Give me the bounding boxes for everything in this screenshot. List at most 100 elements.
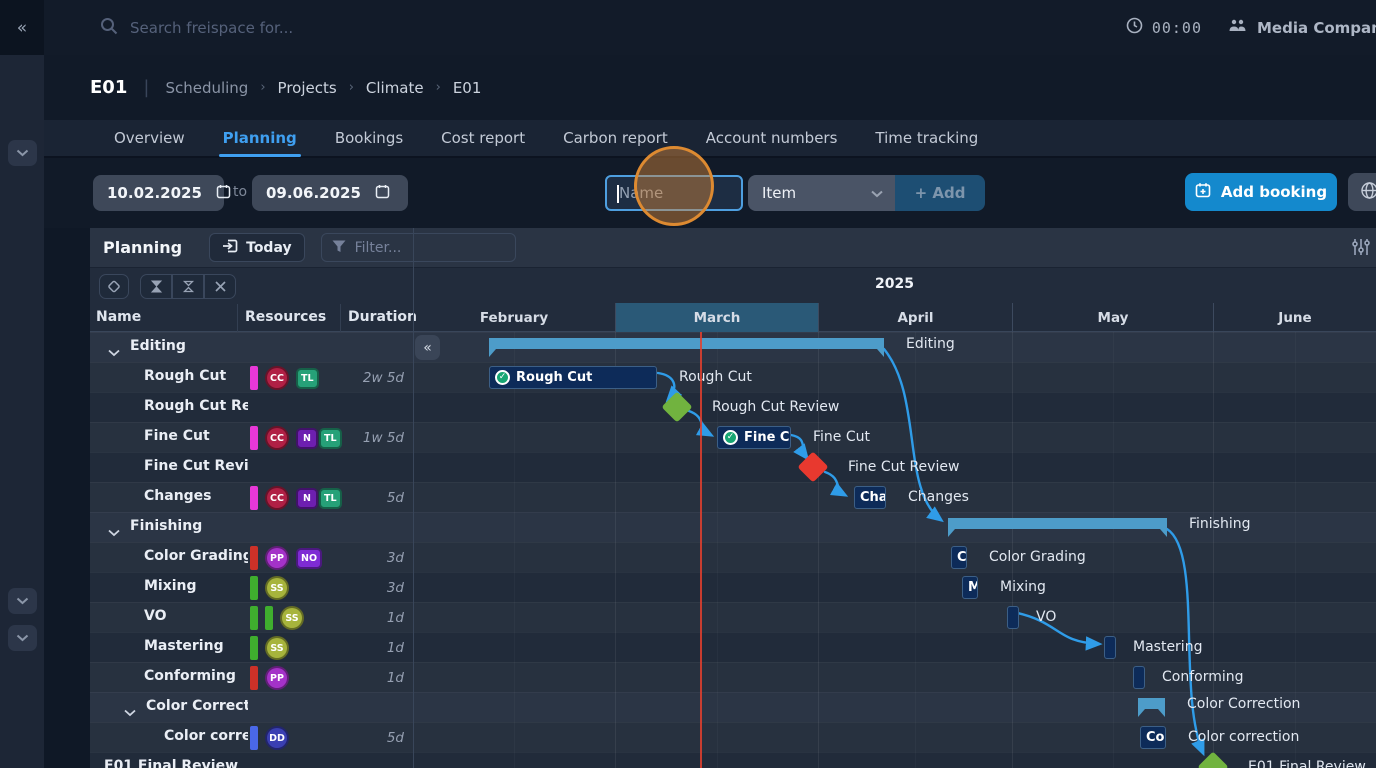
table-row[interactable]: Rough CutCCTL2w 5d (90, 362, 413, 392)
resource-badge-ss[interactable]: SS (280, 606, 304, 630)
resource-badge-pp[interactable]: PP (265, 666, 289, 690)
resource-badge-ss[interactable]: SS (265, 636, 289, 660)
table-row[interactable]: Fine Cut Review (90, 452, 413, 482)
sidebar-expand-button-bottom[interactable] (8, 625, 37, 651)
booking-name-field[interactable] (605, 175, 743, 211)
month-cell-march[interactable]: March (615, 303, 818, 332)
chevron-down-icon[interactable] (124, 702, 136, 721)
month-cell-may[interactable]: May (1012, 303, 1213, 332)
link-mode-button[interactable] (99, 274, 129, 299)
collapse-table-button[interactable]: « (415, 335, 440, 360)
sidebar-collapse-button[interactable]: « (0, 0, 44, 55)
date-to-field[interactable]: 09.06.2025 (252, 175, 408, 211)
resource-badge-tl[interactable]: TL (319, 488, 342, 509)
resource-badge-tl[interactable]: TL (319, 428, 342, 449)
add-booking-button[interactable]: Add booking (1185, 173, 1337, 211)
date-from-field[interactable]: 10.02.2025 (93, 175, 224, 211)
tab-time-tracking[interactable]: Time tracking (861, 119, 992, 157)
breadcrumb-item[interactable]: E01 (453, 79, 482, 97)
planning-filter-field[interactable] (321, 233, 516, 262)
table-row[interactable]: Fine CutCCNTL1w 5d (90, 422, 413, 452)
resource-badge-ss[interactable]: SS (265, 576, 289, 600)
sidebar-expand-button-mid[interactable] (8, 588, 37, 614)
table-row[interactable]: Editing (90, 332, 413, 362)
table-row[interactable]: VOSS1d (90, 602, 413, 632)
resource-badge-dd[interactable]: DD (265, 726, 289, 750)
bar-label: Rough Cut (516, 370, 592, 385)
resource-badge-n[interactable]: N (296, 428, 318, 449)
task-bar-conforming[interactable] (1133, 666, 1145, 689)
sidebar-expand-button-top[interactable] (8, 140, 37, 166)
task-bar-changes[interactable]: Cha (854, 486, 886, 509)
table-row[interactable]: Rough Cut Revi (90, 392, 413, 422)
resource-badge-cc[interactable]: CC (265, 486, 289, 510)
month-cell-april[interactable]: April (818, 303, 1012, 332)
month-cell-february[interactable]: February (413, 303, 615, 332)
resource-badge-cc[interactable]: CC (265, 426, 289, 450)
task-bar-fine-cut[interactable]: ✓Fine Cu (717, 426, 791, 449)
resource-badge-cc[interactable]: CC (265, 366, 289, 390)
task-bar-rough-cut[interactable]: ✓ Rough Cut (489, 366, 657, 389)
global-search-input[interactable] (130, 19, 550, 37)
column-header-name: Name (96, 309, 141, 325)
booking-name-input[interactable] (607, 177, 741, 209)
table-row[interactable]: Color Correctio (90, 692, 413, 722)
gantt-item-label: Color correction (1188, 729, 1299, 745)
breadcrumb-separator-icon: › (436, 80, 441, 95)
table-row[interactable]: MasteringSS1d (90, 632, 413, 662)
table-row[interactable]: MixingSS3d (90, 572, 413, 602)
resource-badge-n[interactable]: N (296, 488, 318, 509)
tab-cost-report[interactable]: Cost report (427, 119, 539, 157)
organization-button[interactable]: Media Compan (1228, 18, 1376, 38)
table-row[interactable]: E01 Final Review (90, 752, 413, 768)
search-icon (100, 17, 118, 39)
table-row[interactable]: Finishing (90, 512, 413, 542)
breadcrumb-item[interactable]: Projects (278, 79, 337, 97)
today-button[interactable]: Today (209, 233, 304, 262)
gantt-item-label: Finishing (1189, 516, 1251, 532)
month-cell-june[interactable]: June (1213, 303, 1376, 332)
check-icon: ✓ (495, 370, 510, 385)
resource-badge-no[interactable]: NO (296, 548, 322, 569)
task-bar-color-grading[interactable]: C (951, 546, 967, 569)
task-bar-mixing[interactable]: M (962, 576, 978, 599)
clear-selection-button[interactable] (204, 274, 236, 299)
clock-icon (1126, 17, 1143, 38)
task-name: VO (144, 608, 248, 630)
tab-planning[interactable]: Planning (209, 119, 311, 157)
planning-filter-input[interactable] (355, 240, 495, 256)
task-bar-color-correction[interactable]: Col (1140, 726, 1166, 749)
tab-overview[interactable]: Overview (100, 119, 199, 157)
add-item-button[interactable]: + Add (895, 175, 985, 211)
calendar-plus-icon (1195, 182, 1211, 202)
tab-account-numbers[interactable]: Account numbers (692, 119, 852, 157)
gantt-row-stripe (413, 572, 1376, 602)
tab-bookings[interactable]: Bookings (321, 119, 417, 157)
chevron-down-icon[interactable] (108, 522, 120, 541)
resource-badge-tl[interactable]: TL (296, 368, 319, 389)
task-name: Color Correctio (146, 698, 248, 720)
tab-carbon-report[interactable]: Carbon report (549, 119, 682, 157)
item-select[interactable]: Item (748, 175, 895, 211)
task-bar-mastering[interactable] (1104, 636, 1116, 659)
timer-button[interactable]: 00:00 (1126, 17, 1202, 38)
task-name: Mastering (144, 638, 248, 660)
view-settings-button[interactable] (1352, 236, 1376, 262)
table-row[interactable]: Color correcDD5d (90, 722, 413, 752)
resource-badge-pp[interactable]: PP (265, 546, 289, 570)
table-row[interactable]: Color GradingPPNO3d (90, 542, 413, 572)
expand-all-button[interactable] (172, 274, 204, 299)
table-row[interactable]: ChangesCCNTL5d (90, 482, 413, 512)
timezone-button[interactable] (1348, 173, 1376, 211)
duration-value: 1d (387, 670, 404, 686)
breadcrumb-item[interactable]: Scheduling (165, 79, 248, 97)
table-row[interactable]: ConformingPP1d (90, 662, 413, 692)
gantt-item-label: Rough Cut Review (712, 399, 839, 415)
breadcrumb-item[interactable]: Climate (366, 79, 424, 97)
chevron-down-icon[interactable] (108, 342, 120, 361)
month-gridline (615, 332, 616, 768)
task-name: E01 Final Review (104, 758, 248, 768)
task-bar-vo[interactable] (1007, 606, 1019, 629)
collapse-all-button[interactable] (140, 274, 172, 299)
gantt-row-stripe (413, 392, 1376, 422)
